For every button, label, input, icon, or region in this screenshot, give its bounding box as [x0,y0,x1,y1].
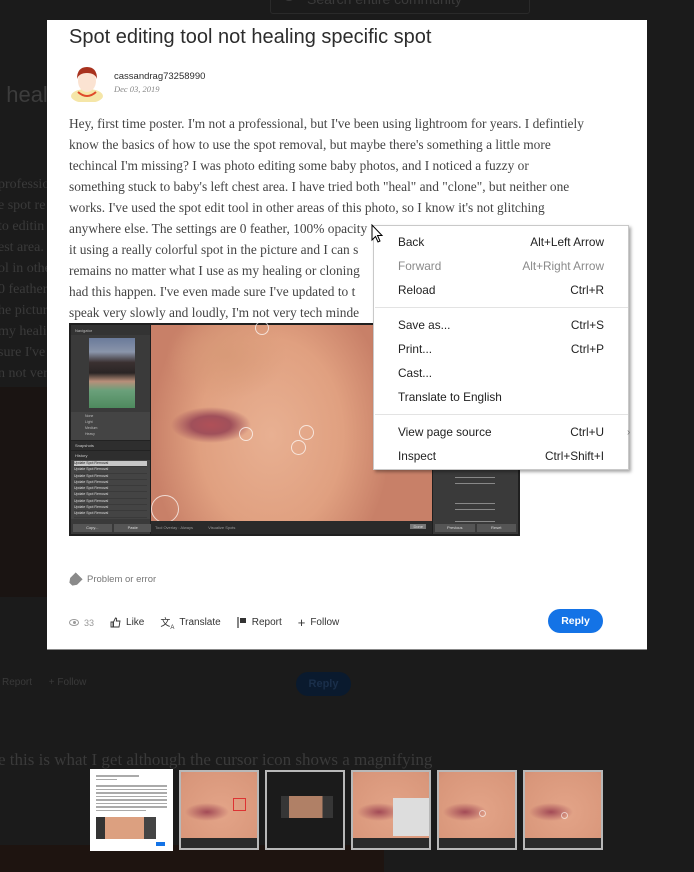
menu-item-translate[interactable]: Translate to English [374,385,628,409]
thumbnail-6[interactable] [523,770,603,850]
snapshots-header: Snapshots [71,440,150,450]
thumbnail-1[interactable] [90,769,173,851]
menu-item-back[interactable]: Back Alt+Left Arrow [374,230,628,254]
navigator-header: Navigator [71,325,150,335]
context-menu: Back Alt+Left Arrow Forward Alt+Right Arro… [373,225,629,470]
menu-separator [375,307,628,308]
search-icon [283,0,295,1]
background-title: t heal [0,82,48,107]
eye-icon [69,619,79,626]
background-caption: e this is what I get although the cursor… [0,750,433,769]
thumbnail-2[interactable] [179,770,259,850]
history-list: Update Spot Removal Update Spot Removal … [71,460,150,519]
tag-icon [67,572,83,588]
follow-button[interactable]: + Follow [297,614,340,630]
thumbnail-3[interactable] [265,770,345,850]
post-tag[interactable]: Problem or error [69,574,156,585]
next-image-arrow-icon[interactable]: › [627,427,630,438]
menu-item-reload[interactable]: Reload Ctrl+R [374,278,628,302]
background-reply-button: Reply [296,672,351,696]
post-title: Spot editing tool not healing specific s… [69,26,432,48]
flag-icon [237,617,246,628]
avatar[interactable] [69,64,105,102]
menu-item-print[interactable]: Print... Ctrl+P [374,337,628,361]
background-search-input: Search entire community [270,0,530,14]
plus-icon: + [297,614,306,630]
menu-item-save-as[interactable]: Save as... Ctrl+S [374,313,628,337]
previous-reset-buttons: Previous Reset [435,524,516,532]
thumbnail-5[interactable] [437,770,517,850]
spot-circle [299,425,314,440]
history-header: History [71,450,150,460]
lightroom-left-panel: Navigator None Light Medium Heavy Snapsh… [71,325,152,534]
reply-button[interactable]: Reply [548,609,603,633]
lightroom-toolbar: Tool Overlay : Always Visualize Spots Do… [151,521,432,534]
thumbnail-4[interactable] [351,770,431,850]
report-button[interactable]: Report [237,617,282,628]
highlight-box [233,798,246,811]
thumbnail-strip [90,769,603,852]
navigator-preview [89,338,135,408]
spot-circle [255,323,269,335]
author-name[interactable]: cassandrag73258990 [114,71,205,82]
view-count: 33 [69,618,94,628]
spot-circle [151,495,179,523]
post-date: Dec 03, 2019 [114,84,160,94]
translate-icon: 文A [160,618,175,631]
post-action-bar: 33 Like 文A Translate Report + Follow [69,614,355,631]
like-button[interactable]: Like [110,617,144,628]
mini-context-menu [393,798,429,836]
mouse-cursor-icon [371,224,384,243]
menu-item-view-source[interactable]: View page source Ctrl+U [374,420,628,444]
copy-paste-buttons: Copy... Paste [73,524,152,532]
background-image [0,387,50,597]
menu-separator [375,414,628,415]
translate-button[interactable]: 文A Translate [160,614,220,631]
spot-circle [239,427,253,441]
menu-item-forward[interactable]: Forward Alt+Right Arrow [374,254,628,278]
preset-list: None Light Medium Heavy [71,412,150,440]
menu-item-cast[interactable]: Cast... [374,361,628,385]
spot-circle [291,440,306,455]
menu-item-inspect[interactable]: Inspect Ctrl+Shift+I [374,444,628,468]
thumbs-up-icon [110,617,121,628]
background-actions: Report + Follow [2,677,87,688]
